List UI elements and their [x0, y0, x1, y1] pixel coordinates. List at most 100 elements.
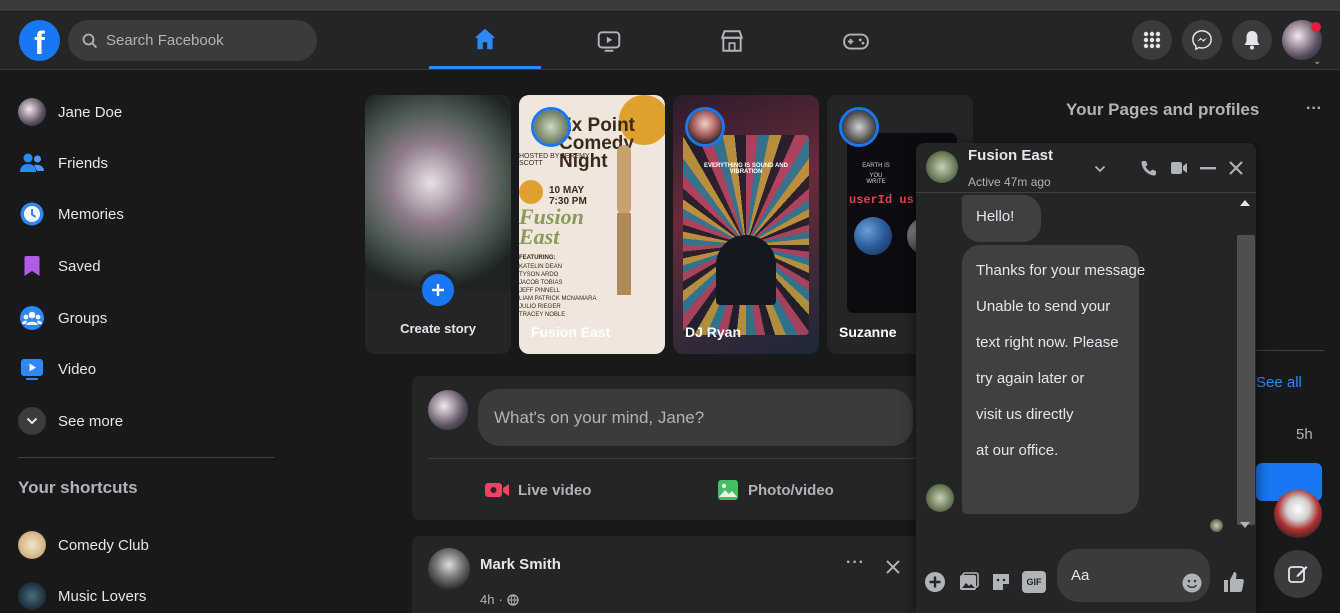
- shortcut-item[interactable]: Comedy Club: [0, 521, 290, 569]
- post-time[interactable]: 4h: [480, 592, 494, 607]
- seen-avatar: [1210, 519, 1223, 532]
- poster-lineup-name: JEFF PINNELL: [519, 288, 561, 294]
- create-story-card[interactable]: Create story: [365, 95, 511, 354]
- video-call-icon[interactable]: [1170, 160, 1188, 176]
- more-options-icon[interactable]: ···: [846, 554, 865, 572]
- story-card[interactable]: EVERYTHING IS SOUND AND VIBRATION DJ Rya…: [673, 95, 819, 354]
- message-text: Unable to send your: [976, 298, 1111, 315]
- sidebar-item-video[interactable]: Video: [0, 345, 290, 393]
- sidebar-item-saved[interactable]: Saved: [0, 242, 290, 290]
- minimize-icon[interactable]: [1200, 167, 1216, 171]
- composer-avatar[interactable]: [428, 390, 468, 430]
- shortcut-item[interactable]: Music Lovers: [0, 572, 290, 613]
- story-card[interactable]: Ex Point Comedy Night HOSTED BY JEREMY S…: [519, 95, 665, 354]
- sidebar-item-memories[interactable]: Memories: [0, 190, 290, 238]
- bookmark-icon: [24, 256, 40, 276]
- separator-dot: ·: [498, 592, 503, 607]
- notifications-button[interactable]: [1232, 20, 1272, 60]
- plus-circle-icon[interactable]: [924, 571, 946, 593]
- poster-lineup-name: JACOB TOBIAS: [519, 280, 563, 286]
- poster-caption: EVERYTHING IS SOUND AND VIBRATION: [704, 163, 788, 175]
- poster-lineup: KATELIN DEAN TYSON ARDO JACOB TOBIAS JEFF P…: [519, 263, 596, 319]
- phone-icon[interactable]: [1140, 159, 1158, 177]
- message-text: Hello!: [976, 208, 1015, 225]
- emoji-icon[interactable]: [1182, 573, 1202, 593]
- post-meta: 4h ·: [480, 592, 519, 607]
- tab-marketplace[interactable]: [676, 12, 788, 69]
- profile-avatar: [18, 98, 46, 126]
- shortcut-label: Music Lovers: [58, 587, 147, 605]
- story-avatar: [534, 110, 568, 144]
- close-icon[interactable]: [884, 558, 902, 576]
- search-box[interactable]: [68, 20, 317, 61]
- facebook-logo[interactable]: f: [19, 20, 60, 61]
- chat-scrollbar[interactable]: [1233, 195, 1255, 535]
- chevron-down-icon[interactable]: ⌄: [1313, 56, 1321, 67]
- message-text: Thanks for your message: [976, 262, 1146, 279]
- notification-dot: [1311, 22, 1321, 32]
- sticker-icon[interactable]: [990, 571, 1012, 593]
- see-all-link[interactable]: See all: [1256, 374, 1302, 391]
- messenger-button[interactable]: [1182, 20, 1222, 60]
- globe-icon: [507, 593, 519, 606]
- poster-lineup-name: JULIO RIEGER: [519, 304, 561, 310]
- message-bubble[interactable]: Thanks for your message Unable to send y…: [962, 245, 1146, 514]
- poster-host: HOSTED BY JEREMY SCOTT: [519, 153, 590, 167]
- photo-video-button[interactable]: Photo/video: [716, 472, 834, 508]
- chevron-down-icon[interactable]: [1094, 165, 1106, 173]
- photo-icon[interactable]: [958, 571, 980, 593]
- poster-lineup-name: TYSON ARDO: [519, 272, 559, 278]
- poster-lineup-name: LIAM PATRICK MCNAMARA: [519, 296, 597, 302]
- chat-window: Fusion East Active 47m ago Hello! Thanks…: [916, 143, 1256, 613]
- close-icon[interactable]: [1229, 161, 1243, 175]
- marketplace-icon: [720, 29, 744, 52]
- top-navbar: f ⌄: [0, 12, 1340, 70]
- thumbs-up-icon[interactable]: [1222, 570, 1246, 594]
- tab-gaming[interactable]: [800, 12, 912, 69]
- sidebar-item-friends[interactable]: Friends: [0, 139, 290, 187]
- menu-button[interactable]: [1132, 20, 1172, 60]
- chat-header[interactable]: Fusion East Active 47m ago: [916, 143, 1256, 193]
- story-avatar-ring: [839, 107, 879, 147]
- story-author: Fusion East: [531, 324, 611, 340]
- scroll-up-icon[interactable]: [1239, 199, 1251, 207]
- chat-name[interactable]: Fusion East: [968, 147, 1053, 164]
- feed-post: Mark Smith 4h · ···: [412, 536, 952, 613]
- chat-avatar[interactable]: [926, 151, 958, 183]
- post-author-name[interactable]: Mark Smith: [480, 556, 561, 573]
- message-text: visit us directly: [976, 406, 1074, 423]
- poster-decoration: [519, 180, 543, 204]
- post-author-avatar[interactable]: [428, 548, 470, 590]
- compose-icon: [1288, 566, 1308, 583]
- create-story-label: Create story: [400, 321, 476, 336]
- sidebar-item-see-more[interactable]: See more: [0, 397, 290, 445]
- add-story-button[interactable]: [418, 270, 458, 310]
- earth-image: [854, 217, 892, 255]
- tab-watch[interactable]: [553, 12, 665, 69]
- gamepad-icon: [843, 33, 869, 50]
- search-input[interactable]: [106, 32, 306, 49]
- shortcut-avatar: [18, 582, 46, 610]
- chat-head-avatar[interactable]: [1274, 490, 1322, 538]
- poster-featuring: FEATURING:: [519, 255, 556, 261]
- sidebar-item-groups[interactable]: Groups: [0, 294, 290, 342]
- scroll-thumb[interactable]: [1237, 235, 1255, 525]
- more-options-icon[interactable]: ···: [1306, 100, 1322, 118]
- message-bubble[interactable]: Hello!: [962, 195, 1041, 242]
- scroll-down-icon[interactable]: [1239, 521, 1251, 529]
- story-avatar-ring: [685, 107, 725, 147]
- gif-icon[interactable]: GIF: [1022, 571, 1046, 593]
- sidebar-item-profile[interactable]: Jane Doe: [0, 88, 290, 136]
- story-author: DJ Ryan: [685, 324, 742, 340]
- bell-icon: [1244, 31, 1260, 50]
- poster-lineup-name: TRACEY NOBLE: [519, 312, 566, 318]
- tab-home[interactable]: [429, 12, 541, 69]
- live-video-button[interactable]: Live video: [484, 472, 591, 508]
- chevron-down-icon: [18, 407, 46, 435]
- friends-icon: [20, 153, 44, 172]
- composer-input[interactable]: What's on your mind, Jane?: [478, 389, 913, 446]
- plus-icon: [432, 284, 444, 296]
- poster-code: userId us: [849, 193, 914, 207]
- new-message-button[interactable]: [1274, 550, 1322, 598]
- story-figure: [716, 235, 776, 305]
